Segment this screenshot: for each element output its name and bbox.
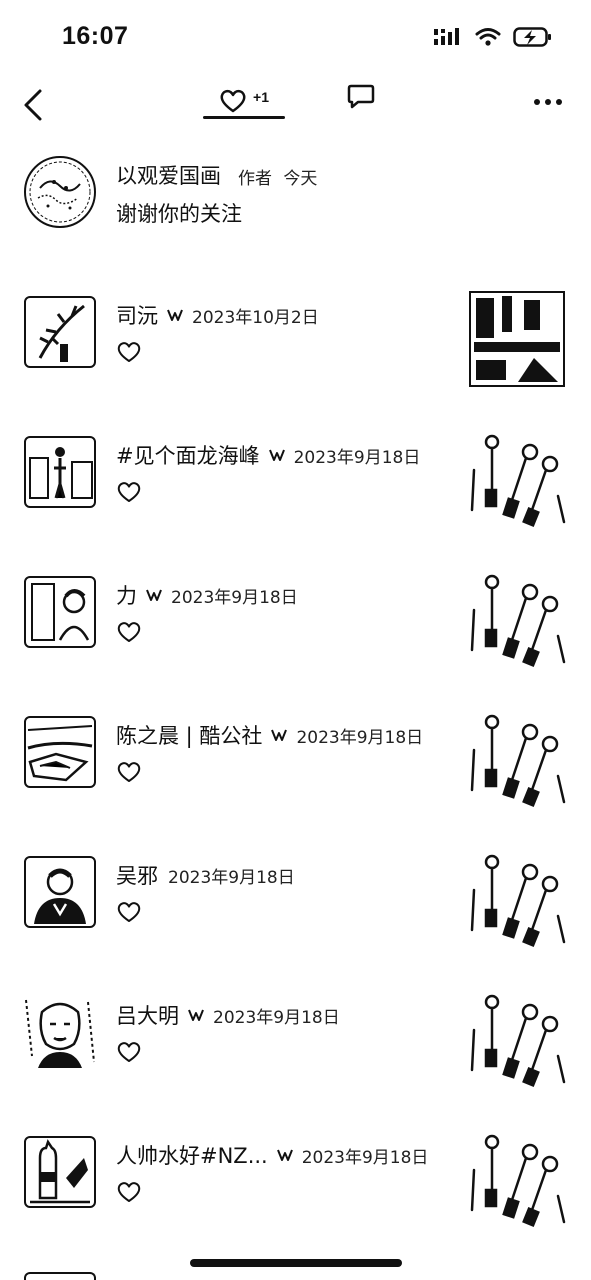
- heart-outline-icon[interactable]: [116, 620, 142, 644]
- more-options-icon[interactable]: [533, 92, 563, 112]
- heart-outline-icon[interactable]: [116, 760, 142, 784]
- user-name[interactable]: #见个面龙海峰: [116, 440, 260, 470]
- comment-bubble-icon[interactable]: [346, 82, 376, 112]
- post-thumbnail[interactable]: [468, 570, 566, 668]
- list-item[interactable]: 力 2023年9月18日: [0, 574, 591, 686]
- heart-outline-icon[interactable]: [116, 1040, 142, 1064]
- list-item[interactable]: 吴邪 2023年9月18日: [0, 854, 591, 966]
- wifi-icon: [475, 28, 501, 46]
- verified-icon: [188, 1009, 204, 1021]
- like-date: 2023年9月18日: [213, 1007, 340, 1028]
- author-name[interactable]: 以观爱国画: [116, 160, 221, 190]
- like-date: 2023年9月18日: [293, 447, 421, 468]
- post-thumbnail[interactable]: [468, 430, 566, 528]
- home-indicator[interactable]: [190, 1259, 402, 1267]
- nav-bar: +1: [0, 72, 591, 132]
- like-date: 2023年10月2日: [192, 307, 319, 328]
- list-item[interactable]: 陈之晨 | 酷公社 2023年9月18日: [0, 714, 591, 826]
- heart-outline-icon[interactable]: [116, 340, 142, 364]
- avatar[interactable]: [24, 296, 96, 368]
- author-time: 今天: [283, 169, 318, 189]
- list-item[interactable]: 人帅水好#NZ... 2023年9月18日: [0, 1134, 591, 1246]
- avatar[interactable]: [24, 436, 96, 508]
- user-name[interactable]: 司沅: [116, 300, 158, 330]
- author-meta: 作者 今天: [238, 164, 317, 189]
- battery-charging-icon: [513, 27, 551, 47]
- post-thumbnail[interactable]: [468, 1130, 566, 1228]
- likes-count: +1: [253, 89, 269, 105]
- like-date: 2023年9月18日: [171, 587, 298, 608]
- avatar: [24, 1272, 96, 1280]
- list-item[interactable]: #见个面龙海峰 2023年9月18日: [0, 434, 591, 546]
- verified-icon: [271, 729, 288, 741]
- like-date: 2023年9月18日: [301, 1147, 429, 1168]
- status-time: 16:07: [62, 22, 129, 50]
- author-message: 谢谢你的关注: [116, 202, 242, 226]
- user-name[interactable]: 陈之晨 | 酷公社: [116, 720, 262, 750]
- list-item[interactable]: 司沅 2023年10月2日: [0, 291, 591, 406]
- verified-icon: [146, 589, 162, 601]
- heart-outline-icon[interactable]: [116, 480, 142, 504]
- heart-outline-icon[interactable]: [116, 900, 142, 924]
- post-thumbnail[interactable]: [468, 850, 566, 948]
- author-role: 作者: [238, 169, 272, 189]
- verified-icon: [167, 309, 183, 321]
- author-comment: 以观爱国画 作者 今天 谢谢你的关注: [0, 150, 591, 240]
- avatar[interactable]: [24, 1136, 96, 1208]
- user-name[interactable]: 吴邪: [116, 860, 158, 890]
- verified-icon: [276, 1149, 293, 1161]
- avatar[interactable]: [24, 716, 96, 788]
- user-name[interactable]: 吕大明: [116, 1000, 179, 1030]
- active-tab-indicator: [203, 116, 285, 119]
- list-item[interactable]: 吕大明 2023年9月18日: [0, 994, 591, 1106]
- post-thumbnail[interactable]: [468, 990, 566, 1088]
- author-avatar[interactable]: [24, 156, 96, 228]
- heart-outline-icon: [220, 89, 246, 113]
- user-name[interactable]: 力: [116, 580, 137, 610]
- cellular-signal-icon: [434, 28, 459, 45]
- status-icons: [433, 26, 553, 48]
- post-thumbnail[interactable]: [468, 710, 566, 808]
- list-item[interactable]: [0, 1272, 591, 1280]
- like-date: 2023年9月18日: [296, 727, 424, 748]
- avatar[interactable]: [24, 856, 96, 928]
- avatar[interactable]: [24, 996, 96, 1068]
- like-date: 2023年9月18日: [168, 867, 295, 888]
- avatar[interactable]: [24, 576, 96, 648]
- heart-outline-icon[interactable]: [116, 1180, 142, 1204]
- back-chevron-icon[interactable]: [20, 88, 50, 122]
- user-name[interactable]: 人帅水好#NZ...: [116, 1140, 268, 1170]
- post-thumbnail[interactable]: [468, 290, 566, 388]
- verified-icon: [268, 449, 285, 461]
- status-bar: 16:07: [0, 0, 591, 70]
